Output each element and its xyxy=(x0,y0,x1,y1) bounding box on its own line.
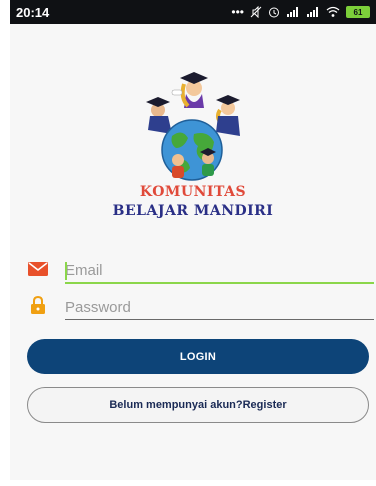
brand-title-line2: BELAJAR MANDIRI xyxy=(112,203,274,219)
text-cursor xyxy=(65,262,67,280)
status-bar: 20:14 ••• 61 xyxy=(10,0,376,24)
signal-icon xyxy=(287,7,298,17)
wifi-icon xyxy=(326,6,340,17)
mute-icon xyxy=(250,6,262,18)
envelope-icon xyxy=(28,262,48,276)
email-field[interactable] xyxy=(65,258,374,284)
register-button[interactable]: Belum mempunyai akun?Register xyxy=(27,387,369,423)
lock-icon xyxy=(31,296,45,314)
status-time: 20:14 xyxy=(16,4,50,20)
status-icons: ••• 61 xyxy=(231,5,370,19)
brand-title-line1: KOMUNITAS xyxy=(139,184,247,200)
login-button[interactable]: LOGIN xyxy=(27,339,369,374)
password-field[interactable] xyxy=(65,296,374,320)
login-screen: 20:14 ••• 61 KOMUNITAS BELAJAR MANDIRI E… xyxy=(10,0,376,480)
more-dots-icon: ••• xyxy=(231,5,244,19)
community-logo xyxy=(146,72,240,181)
signal-icon xyxy=(307,7,318,17)
alarm-icon xyxy=(269,7,279,18)
battery-icon: 61 xyxy=(346,6,370,18)
